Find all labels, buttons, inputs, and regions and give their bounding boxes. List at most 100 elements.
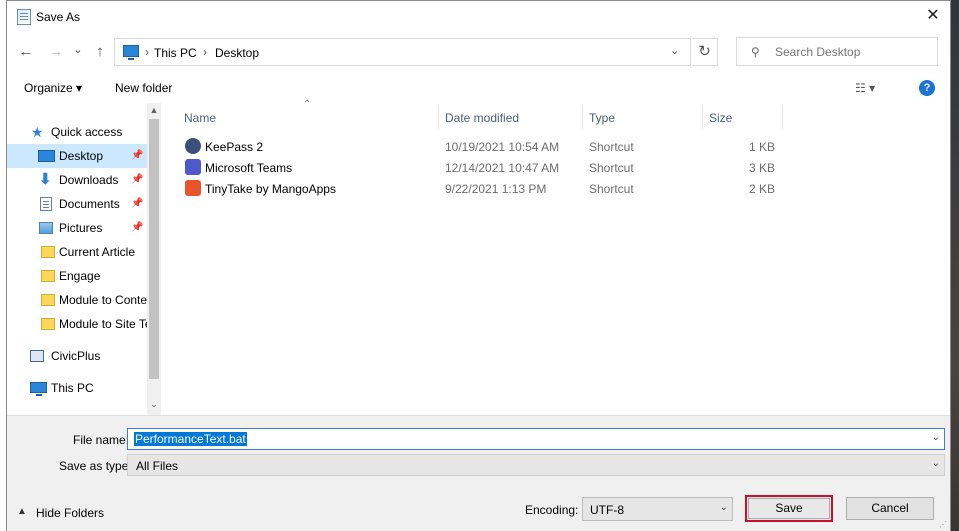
file-date: 10/19/2021 10:54 AM (445, 140, 560, 154)
search-icon: ⚲ (751, 45, 760, 59)
address-dropdown-icon[interactable]: ⌄ (670, 44, 679, 57)
column-divider[interactable] (582, 105, 583, 129)
sidebar-item-documents[interactable]: Documents 📌 (7, 192, 147, 216)
column-header-size[interactable]: Size (709, 111, 732, 129)
chevron-down-icon: ⌄ (931, 458, 940, 469)
sidebar-item-downloads[interactable]: ⬇ Downloads 📌 (7, 168, 147, 192)
breadcrumb-this-pc[interactable]: This PC (154, 46, 197, 60)
column-header-type[interactable]: Type (589, 111, 615, 129)
navigation-pane: ★ Quick access Desktop 📌 ⬇ Downloads 📌 D… (7, 103, 161, 415)
file-list: ⌃ Name Date modified Type Size KeePass 2… (163, 99, 950, 415)
sidebar-item-pictures[interactable]: Pictures 📌 (7, 216, 147, 240)
save-as-type-label: Save as type: (59, 459, 132, 473)
back-arrow-icon: ← (18, 43, 34, 60)
column-header-name[interactable]: Name (184, 111, 216, 129)
column-header-date-modified[interactable]: Date modified (445, 111, 519, 129)
save-as-dialog: Save As ✕ ← → ⌄ ↑ › This PC › Desktop ⌄ … (6, 0, 951, 531)
folder-icon (41, 294, 55, 306)
chevron-down-icon[interactable]: ⌄ (932, 432, 940, 443)
up-button[interactable]: ↑ (90, 41, 110, 63)
sidebar-item-label: CivicPlus (51, 349, 101, 363)
sidebar-item-label: This PC (51, 381, 94, 395)
back-button[interactable]: ← (16, 41, 36, 63)
refresh-button[interactable]: ↻ (692, 38, 718, 66)
teams-icon (185, 159, 201, 175)
network-folder-icon (30, 350, 44, 362)
navigation-scrollbar[interactable]: ▲ ⌄ (147, 103, 161, 415)
toolbar: Organize ▾ New folder ☷ ▾ ? (7, 73, 950, 103)
recent-locations-button[interactable]: ⌄ (68, 39, 88, 61)
folder-icon (41, 246, 55, 258)
sidebar-item-label: Downloads (59, 173, 119, 187)
file-name: Microsoft Teams (205, 161, 293, 175)
background-right (951, 0, 959, 531)
sidebar-item-current-article[interactable]: Current Article (7, 240, 147, 264)
sidebar-item-module-to-content[interactable]: Module to Content (7, 288, 147, 312)
cancel-button[interactable]: Cancel (846, 497, 934, 520)
sidebar-item-module-to-site-text[interactable]: Module to Site Text (7, 312, 147, 336)
sidebar-item-label: Module to Site Text (59, 317, 147, 331)
folder-icon (41, 318, 55, 330)
notepad-icon (17, 9, 31, 25)
sidebar-item-label: Pictures (59, 221, 103, 235)
tinytake-icon (185, 180, 201, 196)
help-icon[interactable]: ? (919, 80, 935, 96)
sidebar-item-desktop[interactable]: Desktop 📌 (7, 144, 147, 168)
file-type: Shortcut (589, 161, 634, 175)
downloads-icon: ⬇ (39, 171, 52, 188)
file-date: 12/14/2021 10:47 AM (445, 161, 560, 175)
file-size: 2 KB (748, 182, 775, 196)
file-name-input[interactable]: PerformanceText.bat (134, 432, 247, 446)
save-as-type-select[interactable]: All Files ⌄ (127, 454, 945, 476)
resize-grip-icon[interactable]: ⋰ (939, 520, 947, 529)
column-divider[interactable] (438, 105, 439, 129)
sidebar-item-this-pc[interactable]: This PC (7, 376, 147, 400)
new-folder-button[interactable]: New folder (115, 81, 172, 95)
pin-icon: 📌 (131, 174, 144, 185)
save-as-type-value: All Files (136, 459, 179, 473)
title-bar[interactable]: Save As ✕ (7, 1, 950, 33)
chevron-up-icon: ▲ (17, 506, 27, 517)
sidebar-item-civicplus[interactable]: CivicPlus (7, 344, 147, 368)
this-pc-icon (30, 382, 47, 396)
encoding-select[interactable]: UTF-8 ⌄ (582, 497, 733, 521)
pictures-icon (39, 222, 53, 234)
save-button[interactable]: Save (745, 495, 833, 522)
file-name-field[interactable]: PerformanceText.bat ⌄ (127, 428, 945, 450)
address-bar[interactable]: › This PC › Desktop ⌄ (114, 38, 691, 66)
scrollbar-thumb[interactable] (149, 119, 159, 379)
search-box[interactable]: ⚲ (736, 37, 938, 66)
sidebar-item-label: Current Article (59, 245, 136, 259)
sidebar-item-quick-access[interactable]: ★ Quick access (7, 120, 147, 144)
save-options-panel: File name: PerformanceText.bat ⌄ Save as… (7, 415, 950, 531)
file-row[interactable]: Microsoft Teams 12/14/2021 10:47 AM Shor… (163, 157, 783, 178)
forward-arrow-icon: → (48, 43, 64, 60)
sidebar-item-label: Engage (59, 269, 101, 283)
file-name-label: File name: (73, 433, 130, 447)
file-row[interactable]: TinyTake by MangoApps 9/22/2021 1:13 PM … (163, 178, 783, 199)
close-button[interactable]: ✕ (916, 1, 950, 31)
forward-button[interactable]: → (46, 41, 66, 63)
change-view-button[interactable]: ☷ ▾ (855, 81, 875, 95)
scroll-up-icon[interactable]: ▲ (147, 105, 161, 115)
hide-folders-label: Hide Folders (36, 506, 105, 520)
sidebar-item-engage[interactable]: Engage (7, 264, 147, 288)
sidebar-item-label: Quick access (51, 125, 123, 139)
file-row[interactable]: KeePass 2 10/19/2021 10:54 AM Shortcut 1… (163, 136, 783, 157)
breadcrumb-desktop[interactable]: Desktop (215, 46, 259, 60)
breadcrumb-separator: › (145, 45, 149, 59)
window-title: Save As (36, 10, 81, 24)
organize-button[interactable]: Organize ▾ (24, 81, 82, 95)
file-size: 3 KB (748, 161, 775, 175)
column-divider[interactable] (702, 105, 703, 129)
search-input[interactable] (775, 45, 925, 59)
file-date: 9/22/2021 1:13 PM (445, 182, 547, 196)
file-type: Shortcut (589, 182, 634, 196)
scroll-down-icon[interactable]: ⌄ (147, 399, 161, 410)
up-arrow-icon: ↑ (96, 43, 104, 60)
this-pc-icon (123, 45, 139, 60)
column-divider[interactable] (782, 105, 783, 129)
refresh-icon: ↻ (698, 43, 711, 60)
star-icon: ★ (31, 124, 44, 140)
folder-icon (41, 270, 55, 282)
